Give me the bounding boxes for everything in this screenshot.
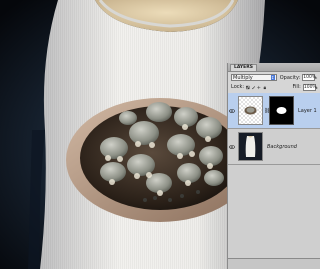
panel-header: LAYERS	[228, 63, 320, 72]
visibility-eye-icon[interactable]	[228, 108, 236, 113]
lock-label: Lock:	[231, 84, 245, 90]
background-thumbnail	[238, 132, 263, 161]
layers-list: ⛓ Layer 1 Background	[228, 93, 320, 259]
chain-link-icon[interactable]: ⛓	[264, 108, 270, 114]
layers-tab[interactable]: LAYERS	[230, 64, 257, 71]
lock-transparent-pixels-icon[interactable]	[246, 85, 250, 90]
panel-footer	[228, 258, 320, 269]
blend-mode-value: Multiply	[233, 74, 253, 81]
dropdown-arrows-icon: ↕	[270, 75, 275, 80]
layer-mask-thumbnail[interactable]	[269, 96, 294, 125]
visibility-eye-icon[interactable]	[228, 144, 236, 149]
layer-row-background[interactable]: Background	[228, 129, 320, 165]
opacity-slider-arrow-icon[interactable]: ▸	[315, 74, 318, 81]
fill-label: Fill:	[292, 84, 301, 90]
fill-input[interactable]: 100%	[302, 83, 317, 91]
lock-image-pixels-icon[interactable]	[251, 85, 256, 90]
blend-row: Multiply ↕ Opacity: 100% ▸	[231, 73, 318, 82]
blend-mode-select[interactable]: Multiply ↕	[231, 74, 277, 81]
layer-name[interactable]: Background	[267, 144, 297, 150]
layer-name[interactable]: Layer 1	[298, 108, 317, 114]
lock-row: Lock: Fill: 100% ▸	[231, 83, 318, 91]
layers-panel: LAYERS Multiply ↕ Opacity: 100% ▸ Lock: …	[227, 63, 320, 269]
fill-slider-arrow-icon[interactable]: ▸	[316, 84, 318, 91]
layer-1-thumbnail	[238, 96, 263, 125]
lock-position-icon[interactable]	[257, 85, 261, 90]
opacity-label: Opacity:	[279, 74, 301, 81]
opacity-input[interactable]: 100%	[302, 74, 316, 81]
layer-row-layer-1[interactable]: ⛓ Layer 1	[228, 93, 320, 129]
lock-all-icon[interactable]	[263, 85, 267, 90]
